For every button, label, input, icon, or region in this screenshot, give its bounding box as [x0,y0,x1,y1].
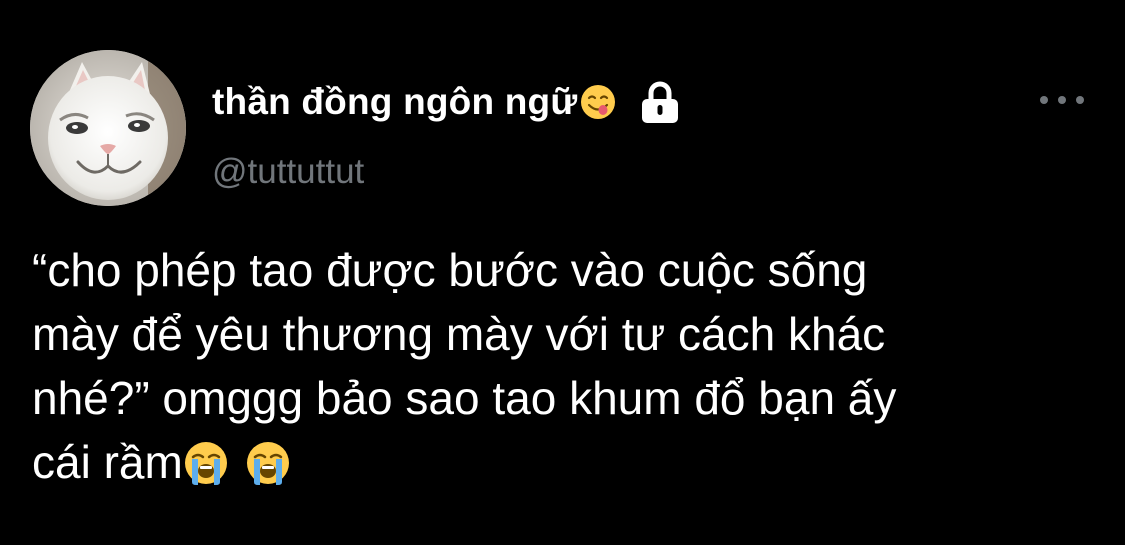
dot [1040,96,1048,104]
tweet-text-last-line: cái rầm [32,430,1112,494]
tweet-text-line: nhé?” omggg bảo sao tao khum đổ bạn ấy [32,372,897,424]
more-options-icon[interactable] [1040,88,1084,112]
avatar[interactable] [30,50,186,206]
display-name[interactable]: thần đồng ngôn ngữ [212,81,577,123]
tweet-text-line: cái rầm [32,436,183,488]
cat-avatar-icon [30,50,186,206]
dot [1076,96,1084,104]
tweet: thần đồng ngôn ngữ @tuttuttut “cho phép … [0,0,1125,545]
tweet-text-line: mày để yêu thương mày với tư cách khác [32,308,886,360]
loudly-crying-face-icon [245,438,291,485]
tweet-text: “cho phép tao được bước vào cuộc sống mà… [32,238,1112,494]
lock-icon [639,80,681,124]
dot [1058,96,1066,104]
tweet-text-line: “cho phép tao được bước vào cuộc sống [32,244,868,296]
handle[interactable]: @tuttuttut [212,152,364,192]
face-savoring-food-icon [579,83,617,121]
name-row: thần đồng ngôn ngữ [212,76,681,128]
loudly-crying-face-icon [183,438,229,485]
